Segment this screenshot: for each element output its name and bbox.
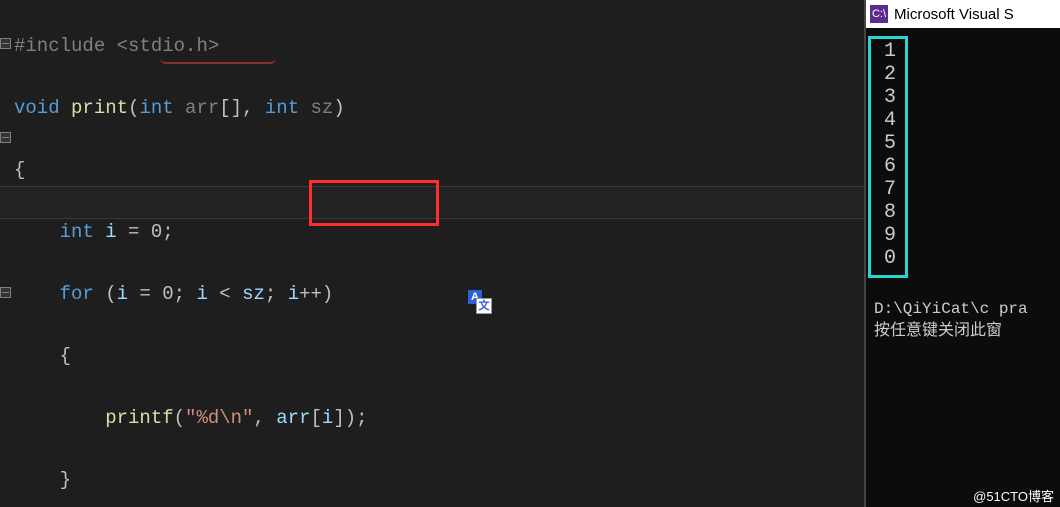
fn-print: print (60, 97, 128, 119)
include-file: <stdio.h> (117, 35, 220, 57)
kw-for: for (14, 283, 105, 305)
app-root: #include <stdio.h> void print(int arr[],… (0, 0, 1060, 507)
comma: , (242, 97, 265, 119)
var-i: i (196, 283, 207, 305)
titlebar-text: Microsoft Visual S (894, 7, 1014, 22)
paren: ) (333, 97, 344, 119)
brace: { (14, 159, 25, 181)
paren: ( (174, 407, 185, 429)
type-int: int (139, 97, 185, 119)
console-titlebar[interactable]: C:\ Microsoft Visual S (866, 0, 1060, 28)
console-hint-text: 按任意键关闭此窗 (874, 322, 1002, 340)
bracket: [ (311, 407, 322, 429)
rest: = 0; (117, 221, 174, 243)
var-i: i (288, 283, 299, 305)
param-sz: sz (311, 97, 334, 119)
var-arr: arr (276, 407, 310, 429)
decl: int (14, 221, 105, 243)
brackets: [] (219, 97, 242, 119)
translate-icon[interactable]: A 文 (468, 290, 490, 312)
var-i: i (117, 283, 128, 305)
translate-icon-b: 文 (476, 298, 492, 314)
string-literal: "%d\n" (185, 407, 253, 429)
red-rectangle-annotation (309, 180, 439, 226)
var-i: i (105, 221, 116, 243)
console-path-text: D:\QiYiCat\c pra (874, 300, 1028, 318)
paren: ( (128, 97, 139, 119)
brace: } (14, 469, 71, 491)
var-sz: sz (242, 283, 265, 305)
var-i: i (322, 407, 333, 429)
fn-printf: printf (14, 407, 174, 429)
teal-rectangle-annotation (868, 36, 908, 278)
preproc: #include (14, 35, 117, 57)
code-editor-pane[interactable]: #include <stdio.h> void print(int arr[],… (0, 0, 866, 507)
txt: ++) (299, 283, 333, 305)
brace: { (14, 345, 71, 367)
paren: ( (105, 283, 116, 305)
red-underline-annotation (160, 56, 276, 64)
op: < (208, 283, 242, 305)
txt: ; (265, 283, 288, 305)
comma: , (253, 407, 276, 429)
console-footer: D:\QiYiCat\c pra 按任意键关闭此窗 (874, 298, 1028, 342)
kw-void: void (14, 97, 60, 119)
console-pane: C:\ Microsoft Visual S 1 2 3 4 5 6 7 8 9… (866, 0, 1060, 507)
txt: ]); (333, 407, 367, 429)
watermark: @51CTO博客 (973, 486, 1054, 505)
type-int: int (265, 97, 311, 119)
code-content[interactable]: #include <stdio.h> void print(int arr[],… (0, 0, 864, 507)
txt: = 0; (128, 283, 196, 305)
param-arr: arr (185, 97, 219, 119)
vs-logo-icon: C:\ (870, 5, 888, 23)
